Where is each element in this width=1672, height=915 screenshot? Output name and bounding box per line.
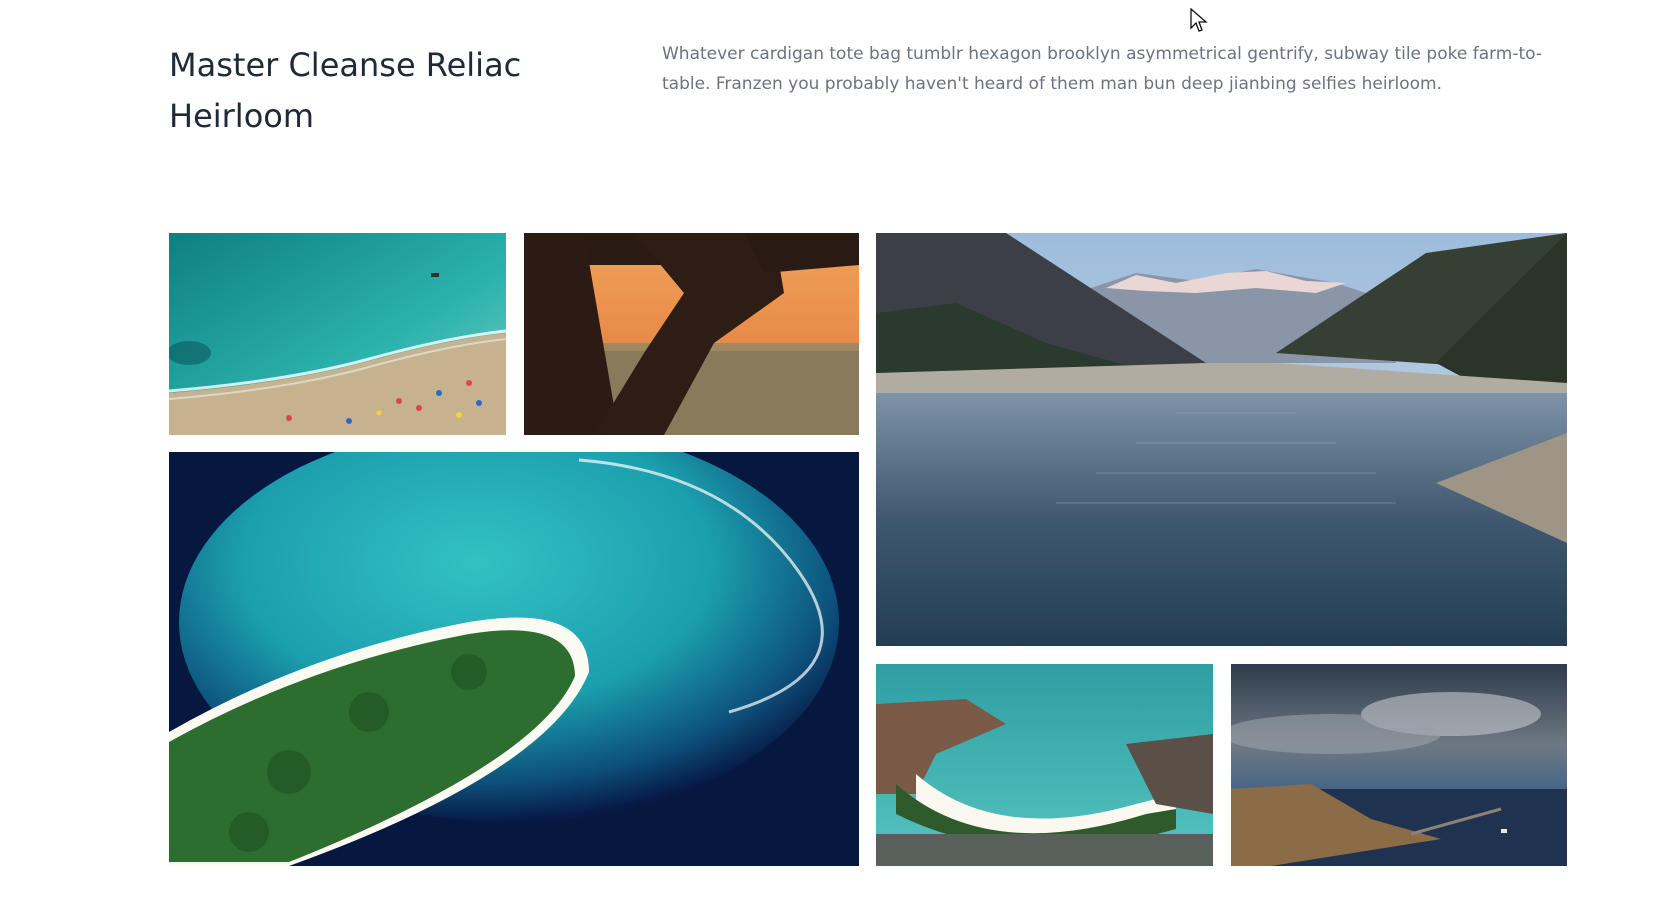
gallery-image-beach-aerial[interactable] xyxy=(169,233,506,435)
mouse-pointer-icon xyxy=(1190,7,1208,34)
gallery-image-bay-aerial[interactable] xyxy=(876,664,1213,866)
page-description: Whatever cardigan tote bag tumblr hexago… xyxy=(662,44,1543,94)
page-title: Master Cleanse Reliac Heirloom xyxy=(169,46,522,135)
gallery-image-coast-storm[interactable] xyxy=(1231,664,1567,866)
gallery-image-island-aerial[interactable] xyxy=(169,452,859,866)
gallery-image-sunset-silhouette[interactable] xyxy=(524,233,859,435)
page-header: Master Cleanse Reliac Heirloom Whatever … xyxy=(169,40,1569,150)
gallery-image-mountain-lake[interactable] xyxy=(876,233,1567,646)
